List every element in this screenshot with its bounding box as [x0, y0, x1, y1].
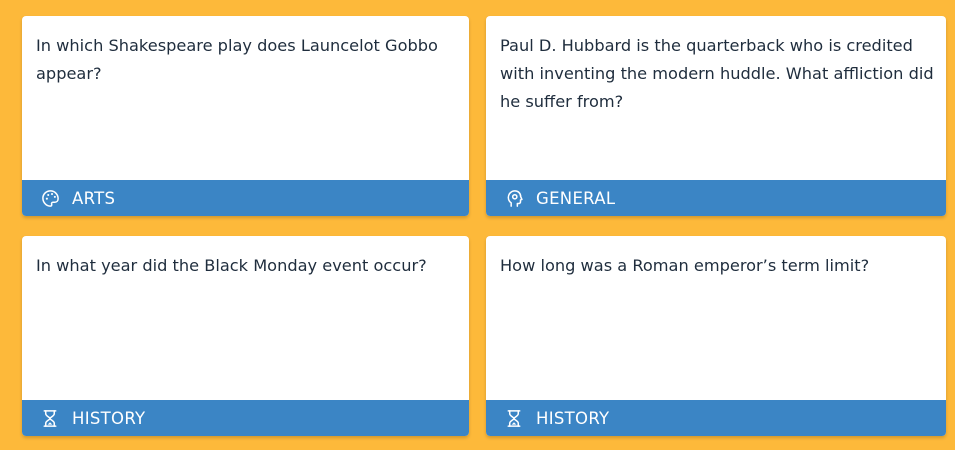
- hourglass-icon: [40, 408, 60, 428]
- category-label: HISTORY: [536, 408, 610, 428]
- question-card[interactable]: In what year did the Black Monday event …: [22, 236, 469, 436]
- question-text: In what year did the Black Monday event …: [36, 256, 427, 275]
- hourglass-icon: [504, 408, 524, 428]
- question-text: Paul D. Hubbard is the quarterback who i…: [500, 36, 934, 111]
- category-label: ARTS: [72, 188, 116, 208]
- question-card[interactable]: How long was a Roman emperor’s term limi…: [486, 236, 946, 436]
- head-icon: [504, 188, 524, 208]
- category-bar: GENERAL: [486, 180, 946, 216]
- category-bar: HISTORY: [486, 400, 946, 436]
- category-bar: HISTORY: [22, 400, 469, 436]
- question-text: How long was a Roman emperor’s term limi…: [500, 256, 870, 275]
- category-label: HISTORY: [72, 408, 146, 428]
- question-card[interactable]: Paul D. Hubbard is the quarterback who i…: [486, 16, 946, 216]
- category-bar: ARTS: [22, 180, 469, 216]
- question-card[interactable]: In which Shakespeare play does Launcelot…: [22, 16, 469, 216]
- question-text: In which Shakespeare play does Launcelot…: [36, 36, 438, 83]
- palette-icon: [40, 188, 60, 208]
- category-label: GENERAL: [536, 188, 616, 208]
